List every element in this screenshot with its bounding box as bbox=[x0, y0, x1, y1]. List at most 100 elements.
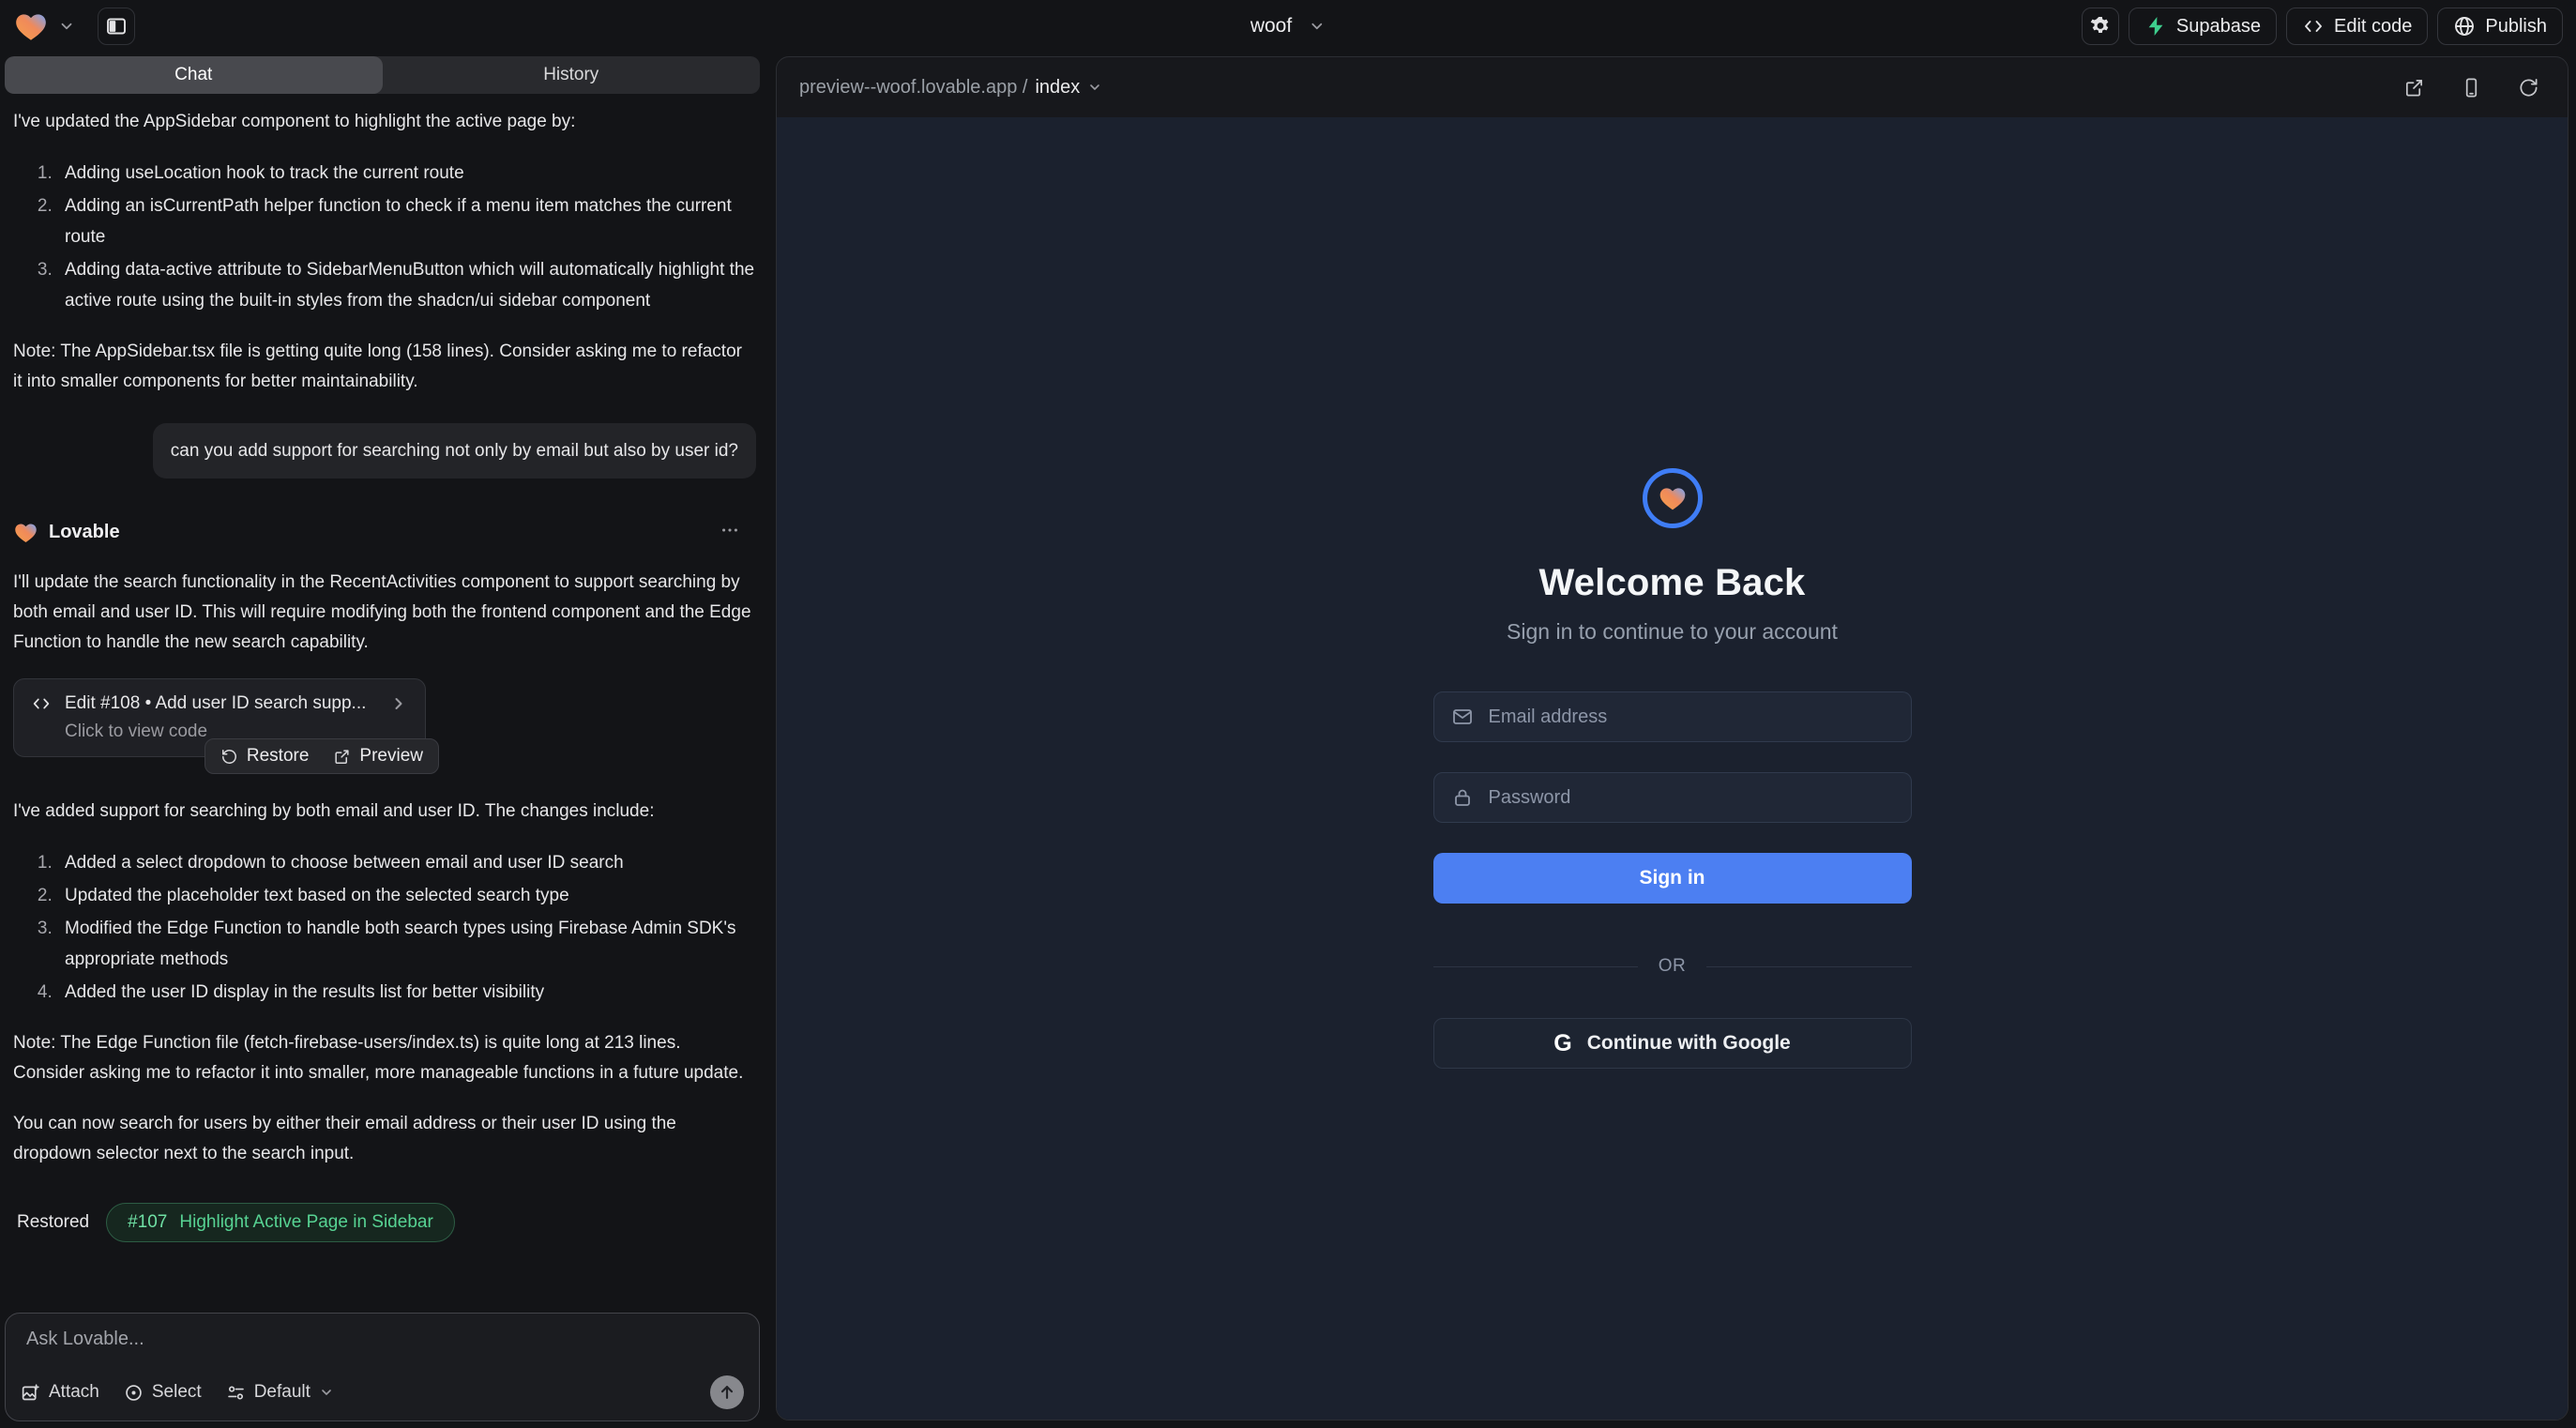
preview-url-selector[interactable]: preview--woof.lovable.app / index bbox=[799, 77, 1102, 99]
code-icon bbox=[31, 693, 52, 714]
restore-label: Restore bbox=[247, 746, 310, 767]
assistant-note: Note: The Edge Function file (fetch-fire… bbox=[8, 1028, 756, 1088]
divider-line bbox=[1433, 966, 1638, 967]
app-logo-ring bbox=[1643, 468, 1703, 528]
arrow-up-icon bbox=[718, 1383, 736, 1402]
email-field[interactable] bbox=[1433, 691, 1912, 742]
restored-version-badge[interactable]: #107 Highlight Active Page in Sidebar bbox=[106, 1203, 455, 1242]
composer-controls: Attach Select Default bbox=[21, 1375, 744, 1409]
signin-subtitle: Sign in to continue to your account bbox=[1507, 619, 1838, 645]
preview-tools bbox=[2403, 77, 2539, 99]
assistant-paragraph: I've updated the AppSidebar component to… bbox=[8, 107, 756, 137]
panel-left-icon bbox=[105, 15, 128, 38]
edit-card-title: Edit #108 • Add user ID search supp... bbox=[65, 693, 376, 714]
assistant-paragraph: I'll update the search functionality in … bbox=[8, 568, 756, 658]
mode-selector[interactable]: Default bbox=[226, 1382, 334, 1403]
chevron-down-icon[interactable] bbox=[58, 18, 75, 35]
message-more-button[interactable] bbox=[720, 520, 740, 545]
version-number: #107 bbox=[128, 1212, 167, 1233]
preview-panel: preview--woof.lovable.app / index bbox=[776, 56, 2568, 1420]
supabase-button[interactable]: Supabase bbox=[2129, 8, 2277, 45]
signin-title: Welcome Back bbox=[1538, 562, 1805, 604]
select-element-button[interactable]: Select bbox=[124, 1382, 202, 1403]
assistant-numbered-list: Added a select dropdown to choose betwee… bbox=[8, 847, 756, 1008]
open-preview-icon bbox=[333, 748, 351, 766]
continue-with-google-button[interactable]: G Continue with Google bbox=[1433, 1018, 1912, 1069]
chevron-right-icon bbox=[389, 694, 408, 713]
assistant-header: Lovable bbox=[8, 520, 756, 545]
restored-label: Restored bbox=[17, 1212, 89, 1233]
user-message-bubble: can you add support for searching not on… bbox=[153, 423, 756, 479]
envelope-icon bbox=[1451, 706, 1474, 728]
preview-iframe-content: Welcome Back Sign in to continue to your… bbox=[777, 117, 2568, 1420]
preview-toolbar: preview--woof.lovable.app / index bbox=[777, 57, 2568, 117]
select-target-icon bbox=[124, 1383, 144, 1403]
select-label: Select bbox=[152, 1382, 202, 1403]
toggle-sidebar-button[interactable] bbox=[98, 8, 135, 45]
project-title: woof bbox=[1250, 15, 1292, 38]
mode-label: Default bbox=[254, 1382, 311, 1403]
lovable-avatar-heart-icon bbox=[13, 520, 38, 545]
list-item: Adding an isCurrentPath helper function … bbox=[57, 190, 756, 252]
preview-button[interactable]: Preview bbox=[333, 746, 423, 767]
settings-button[interactable] bbox=[2082, 8, 2119, 45]
restore-button[interactable]: Restore bbox=[220, 746, 310, 767]
more-horizontal-icon bbox=[720, 520, 740, 540]
edit-code-button[interactable]: Edit code bbox=[2286, 8, 2428, 45]
sign-in-button[interactable]: Sign in bbox=[1433, 853, 1912, 904]
composer: Attach Select Default bbox=[5, 1313, 760, 1421]
or-divider: OR bbox=[1433, 956, 1912, 977]
tab-chat[interactable]: Chat bbox=[5, 56, 383, 94]
lovable-app: woof Supabase Edit code bbox=[0, 0, 2576, 1428]
email-field-wrap bbox=[1433, 691, 1912, 742]
assistant-paragraph: I've added support for searching by both… bbox=[8, 797, 756, 827]
supabase-icon bbox=[2144, 15, 2167, 38]
edit-card-actions: Restore Preview bbox=[205, 738, 439, 774]
signin-card: Welcome Back Sign in to continue to your… bbox=[1433, 468, 1912, 1069]
project-switcher[interactable]: woof bbox=[1250, 15, 1326, 38]
open-in-new-tab-icon[interactable] bbox=[2403, 77, 2425, 99]
lock-icon bbox=[1451, 786, 1474, 809]
tab-history[interactable]: History bbox=[383, 56, 761, 94]
edit-card-header: Edit #108 • Add user ID search supp... bbox=[31, 693, 408, 714]
refresh-icon[interactable] bbox=[2518, 77, 2539, 99]
restored-row: Restored #107 Highlight Active Page in S… bbox=[8, 1203, 756, 1242]
chevron-down-icon bbox=[1087, 80, 1102, 95]
send-button[interactable] bbox=[710, 1375, 744, 1409]
sliders-icon bbox=[226, 1383, 246, 1403]
assistant-name: Lovable bbox=[49, 522, 120, 543]
restore-icon bbox=[220, 748, 238, 766]
chat-message-list[interactable]: I've updated the AppSidebar component to… bbox=[0, 94, 765, 1307]
list-item: Updated the placeholder text based on th… bbox=[57, 880, 756, 911]
preview-label: Preview bbox=[359, 746, 423, 767]
edit-code-label: Edit code bbox=[2334, 16, 2412, 38]
chevron-down-icon bbox=[319, 1385, 334, 1400]
list-item: Added a select dropdown to choose betwee… bbox=[57, 847, 756, 878]
divider-line bbox=[1706, 966, 1911, 967]
preview-url-page: index bbox=[1035, 77, 1080, 99]
attach-image-icon bbox=[21, 1383, 40, 1403]
chat-panel: Chat History I've updated the AppSidebar… bbox=[0, 53, 765, 1428]
topbar-left bbox=[13, 8, 135, 45]
chat-input[interactable] bbox=[21, 1325, 744, 1375]
password-field[interactable] bbox=[1433, 772, 1912, 823]
gear-icon bbox=[2089, 15, 2112, 38]
assistant-note: Note: The AppSidebar.tsx file is getting… bbox=[8, 337, 756, 397]
or-label: OR bbox=[1659, 956, 1687, 977]
code-icon bbox=[2302, 15, 2325, 38]
assistant-paragraph: You can now search for users by either t… bbox=[8, 1109, 756, 1169]
publish-button[interactable]: Publish bbox=[2437, 8, 2563, 45]
globe-icon bbox=[2453, 15, 2476, 38]
preview-url-host: preview--woof.lovable.app / bbox=[799, 77, 1027, 99]
edit-card-wrap: Edit #108 • Add user ID search supp... C… bbox=[13, 678, 426, 757]
mobile-view-icon[interactable] bbox=[2461, 77, 2482, 99]
app-heart-icon bbox=[1658, 483, 1688, 513]
publish-label: Publish bbox=[2485, 16, 2547, 38]
list-item: Adding useLocation hook to track the cur… bbox=[57, 158, 756, 189]
topbar: woof Supabase Edit code bbox=[0, 0, 2576, 53]
main-split: Chat History I've updated the AppSidebar… bbox=[0, 53, 2576, 1428]
list-item: Modified the Edge Function to handle bot… bbox=[57, 913, 756, 975]
attach-button[interactable]: Attach bbox=[21, 1382, 99, 1403]
lovable-logo-heart-icon[interactable] bbox=[13, 8, 49, 44]
topbar-actions: Supabase Edit code Publish bbox=[2082, 8, 2563, 45]
